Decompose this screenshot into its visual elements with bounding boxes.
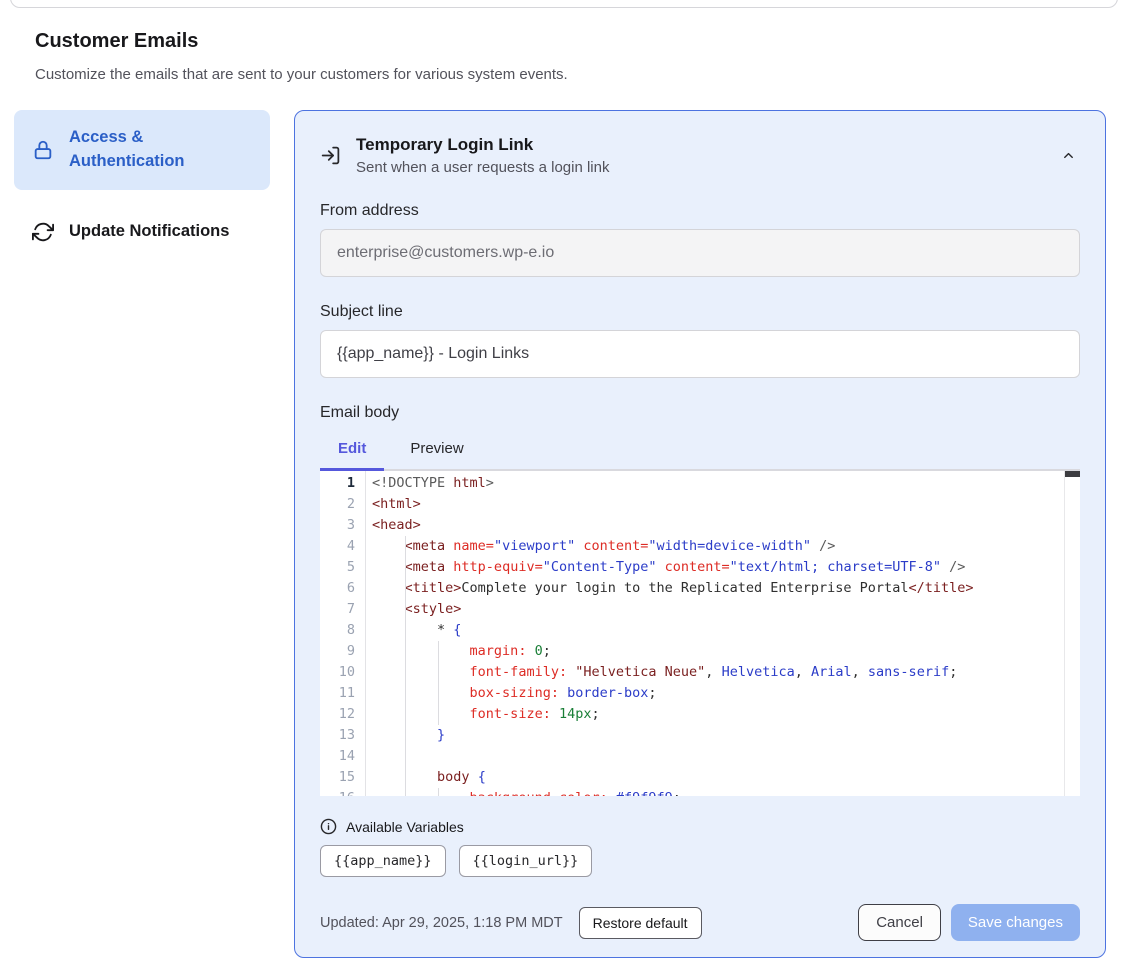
chevron-up-icon: [1061, 148, 1076, 163]
code-text: box-sizing: border-box;: [365, 683, 657, 704]
code-line[interactable]: 11 box-sizing: border-box;: [320, 683, 1080, 704]
editor-scrollbar[interactable]: [1064, 471, 1080, 796]
save-changes-button[interactable]: Save changes: [951, 904, 1080, 941]
email-body-label: Email body: [320, 404, 1080, 422]
sidebar-item-label: Update Notifications: [69, 220, 229, 244]
code-line[interactable]: 1<!DOCTYPE html>: [320, 473, 1080, 494]
line-number: 9: [320, 641, 365, 662]
code-text: font-size: 14px;: [365, 704, 600, 725]
page-title: Customer Emails: [35, 30, 198, 53]
code-line[interactable]: 14: [320, 746, 1080, 767]
code-editor[interactable]: 1<!DOCTYPE html>2<html>3<head>4 <meta na…: [320, 471, 1080, 796]
line-number: 7: [320, 599, 365, 620]
code-line[interactable]: 7 <style>: [320, 599, 1080, 620]
from-address-label: From address: [320, 202, 1080, 220]
sidebar-item-update-notifications[interactable]: Update Notifications: [14, 204, 270, 260]
line-number: 6: [320, 578, 365, 599]
refresh-icon: [32, 221, 54, 243]
indent-guide: [438, 788, 439, 796]
sidebar: Access & Authentication Update Notificat…: [14, 110, 270, 260]
login-icon: [320, 145, 341, 166]
available-variables-row: Available Variables: [320, 818, 1080, 835]
code-text: <html>: [365, 494, 421, 515]
code-text: body {: [365, 767, 486, 788]
collapse-button[interactable]: [1057, 144, 1080, 167]
code-text: margin: 0;: [365, 641, 551, 662]
editor-scrollbar-thumb[interactable]: [1065, 471, 1080, 477]
tab-preview[interactable]: Preview: [392, 431, 481, 469]
code-line[interactable]: 9 margin: 0;: [320, 641, 1080, 662]
lock-icon: [32, 139, 54, 161]
from-address-input[interactable]: [320, 229, 1080, 277]
footer-actions: Cancel Save changes: [858, 904, 1080, 941]
line-number: 2: [320, 494, 365, 515]
card-footer: Updated: Apr 29, 2025, 1:18 PM MDT Resto…: [320, 904, 1080, 941]
cancel-button[interactable]: Cancel: [858, 904, 941, 941]
code-text: <meta http-equiv="Content-Type" content=…: [365, 557, 965, 578]
code-line[interactable]: 4 <meta name="viewport" content="width=d…: [320, 536, 1080, 557]
code-line[interactable]: 12 font-size: 14px;: [320, 704, 1080, 725]
code-text: <style>: [365, 599, 461, 620]
code-line[interactable]: 3<head>: [320, 515, 1080, 536]
variable-chip-login-url[interactable]: {{login_url}}: [459, 845, 593, 877]
page: Customer Emails Customize the emails tha…: [0, 0, 1128, 980]
code-text: <head>: [365, 515, 421, 536]
indent-guide: [438, 641, 439, 725]
card-header: Temporary Login Link Sent when a user re…: [320, 135, 1080, 176]
code-editor-lines: 1<!DOCTYPE html>2<html>3<head>4 <meta na…: [320, 473, 1080, 796]
line-number: 11: [320, 683, 365, 704]
line-number: 16: [320, 788, 365, 796]
editor-tabs: Edit Preview: [320, 431, 1080, 471]
card-title: Temporary Login Link: [356, 135, 609, 155]
line-number: 10: [320, 662, 365, 683]
sidebar-item-access-authentication[interactable]: Access & Authentication: [14, 110, 270, 190]
line-number: 14: [320, 746, 365, 767]
tab-edit[interactable]: Edit: [320, 431, 384, 469]
previous-section-partial: [10, 0, 1118, 8]
subject-line-label: Subject line: [320, 303, 1080, 321]
available-variables-label: Available Variables: [346, 819, 464, 835]
variable-chips: {{app_name}} {{login_url}}: [320, 845, 1080, 877]
code-line[interactable]: 8 * {: [320, 620, 1080, 641]
updated-timestamp: Updated: Apr 29, 2025, 1:18 PM MDT: [320, 915, 563, 931]
line-number: 13: [320, 725, 365, 746]
sidebar-item-label: Access & Authentication: [69, 126, 252, 174]
code-text: [365, 746, 372, 767]
code-text: <!DOCTYPE html>: [365, 473, 494, 494]
code-line[interactable]: 6 <title>Complete your login to the Repl…: [320, 578, 1080, 599]
code-line[interactable]: 2<html>: [320, 494, 1080, 515]
info-icon: [320, 818, 337, 835]
code-line[interactable]: 16 background-color: #f9f9f9;: [320, 788, 1080, 796]
line-number: 15: [320, 767, 365, 788]
card-header-text: Temporary Login Link Sent when a user re…: [356, 135, 609, 176]
code-text: * {: [365, 620, 461, 641]
line-number: 3: [320, 515, 365, 536]
code-text: font-family: "Helvetica Neue", Helvetica…: [365, 662, 957, 683]
gutter-divider: [365, 471, 366, 796]
line-number: 5: [320, 557, 365, 578]
subject-line-input[interactable]: [320, 330, 1080, 378]
line-number: 4: [320, 536, 365, 557]
code-text: <meta name="viewport" content="width=dev…: [365, 536, 835, 557]
code-text: <title>Complete your login to the Replic…: [365, 578, 973, 599]
page-subtitle: Customize the emails that are sent to yo…: [35, 66, 568, 83]
code-line[interactable]: 5 <meta http-equiv="Content-Type" conten…: [320, 557, 1080, 578]
code-line[interactable]: 10 font-family: "Helvetica Neue", Helvet…: [320, 662, 1080, 683]
code-text: background-color: #f9f9f9;: [365, 788, 681, 796]
code-line[interactable]: 13 }: [320, 725, 1080, 746]
email-settings-card: Temporary Login Link Sent when a user re…: [294, 110, 1106, 958]
variable-chip-app-name[interactable]: {{app_name}}: [320, 845, 446, 877]
line-number: 12: [320, 704, 365, 725]
line-number: 1: [320, 473, 365, 494]
indent-guide: [405, 536, 406, 796]
code-line[interactable]: 15 body {: [320, 767, 1080, 788]
restore-default-button[interactable]: Restore default: [579, 907, 702, 939]
card-subtitle: Sent when a user requests a login link: [356, 159, 609, 176]
line-number: 8: [320, 620, 365, 641]
